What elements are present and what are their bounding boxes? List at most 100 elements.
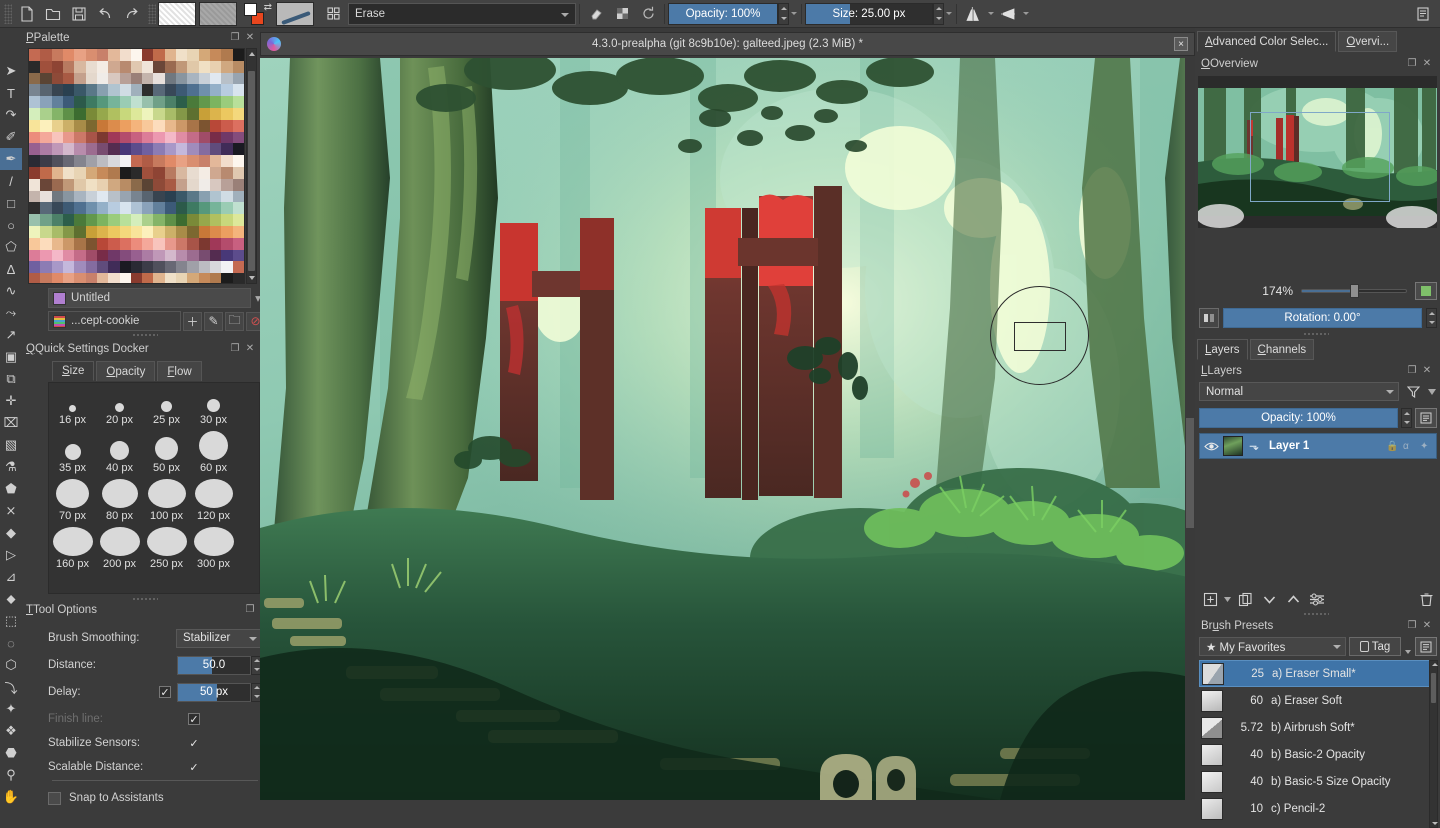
palette-swatch[interactable] — [232, 202, 244, 215]
add-group-button[interactable]: 🗀 — [225, 311, 244, 331]
palette-swatch[interactable] — [221, 261, 233, 274]
palette-swatch[interactable] — [176, 190, 188, 203]
palette-swatch[interactable] — [232, 273, 244, 283]
brush-preset-row[interactable]: 10 c) Pencil-2 — [1199, 795, 1431, 822]
undo-icon[interactable] — [92, 2, 118, 26]
palette-swatch[interactable] — [142, 131, 154, 144]
palette-swatch[interactable] — [142, 261, 154, 274]
palette-swatch[interactable] — [210, 84, 222, 97]
palette-swatch[interactable] — [153, 107, 165, 120]
palette-swatch[interactable] — [29, 49, 41, 61]
palette-swatch[interactable] — [221, 60, 233, 73]
palette-swatch[interactable] — [29, 190, 41, 203]
palette-swatch[interactable] — [164, 131, 177, 144]
palette-swatch[interactable] — [40, 84, 52, 97]
palette-swatch[interactable] — [232, 131, 244, 144]
palette-swatch[interactable] — [62, 60, 75, 73]
palette-name-combo[interactable]: Untitled — [48, 288, 251, 308]
palette-swatch[interactable] — [96, 119, 109, 132]
palette-swatch[interactable] — [210, 190, 222, 203]
brush-size-preset[interactable]: 160 px — [49, 527, 96, 575]
palette-swatch[interactable] — [74, 202, 86, 215]
palette-swatch[interactable] — [153, 84, 165, 97]
palette-swatch[interactable] — [221, 249, 233, 262]
palette-swatch[interactable] — [210, 143, 222, 156]
palette-swatch[interactable] — [74, 119, 86, 132]
brush-preset-row[interactable]: 5.72 b) Airbrush Soft* — [1199, 714, 1431, 741]
palette-swatch[interactable] — [164, 261, 177, 274]
palette-swatch[interactable] — [198, 96, 211, 108]
palette-swatch[interactable] — [51, 155, 63, 167]
palette-swatch[interactable] — [62, 225, 75, 238]
swap-colors-icon[interactable]: ⇄ — [264, 2, 272, 13]
palette-swatch[interactable] — [119, 143, 131, 156]
palette-swatch[interactable] — [119, 249, 131, 262]
palette-swatch[interactable] — [40, 107, 52, 120]
palette-swatch[interactable] — [96, 60, 109, 73]
palette-swatch[interactable] — [153, 166, 165, 179]
palette-swatch[interactable] — [153, 49, 165, 61]
brush-size-preset[interactable]: 20 px — [96, 383, 143, 431]
overview-viewport-rect[interactable] — [1250, 112, 1390, 202]
palette-swatch[interactable] — [85, 143, 97, 156]
palette-swatch[interactable] — [96, 178, 109, 191]
similar-color-select-tool[interactable]: ❖ — [0, 720, 22, 742]
brush-smoothing-combo[interactable]: Stabilizer — [176, 628, 262, 648]
line-tool[interactable]: / — [0, 170, 22, 192]
palette-swatch[interactable] — [108, 60, 120, 73]
rotation-slider[interactable]: Rotation: 0.00° — [1223, 308, 1422, 328]
palette-swatch[interactable] — [130, 143, 143, 156]
palette-swatch[interactable] — [164, 96, 177, 108]
palette-swatch[interactable] — [130, 72, 143, 85]
palette-swatch-grid[interactable] — [28, 48, 245, 284]
palette-swatch[interactable] — [29, 72, 41, 85]
pattern-swatch[interactable] — [199, 1, 237, 26]
palette-swatch[interactable] — [96, 190, 109, 203]
palette-swatch[interactable] — [130, 178, 143, 191]
palette-swatch[interactable] — [210, 214, 222, 226]
palette-swatch[interactable] — [164, 237, 177, 250]
palette-swatch[interactable] — [119, 237, 131, 250]
palette-swatch[interactable] — [187, 49, 199, 61]
palette-swatch[interactable] — [232, 261, 244, 274]
palette-swatch[interactable] — [164, 178, 177, 191]
palette-swatch[interactable] — [108, 202, 120, 215]
assistant-tool[interactable]: ▷ — [0, 544, 22, 566]
brush-preset-row[interactable]: 60 a) Eraser Soft — [1199, 687, 1431, 714]
color-picker-tool[interactable]: ⚗ — [0, 456, 22, 478]
palette-swatch[interactable] — [108, 155, 120, 167]
palette-swatch[interactable] — [176, 84, 188, 97]
palette-swatch[interactable] — [210, 60, 222, 73]
palette-swatch[interactable] — [176, 225, 188, 238]
palette-swatch[interactable] — [187, 225, 199, 238]
brush-size-preset[interactable]: 250 px — [143, 527, 190, 575]
palette-swatch[interactable] — [119, 261, 131, 274]
palette-swatch[interactable] — [85, 225, 97, 238]
palette-swatch[interactable] — [130, 131, 143, 144]
palette-swatch[interactable] — [85, 84, 97, 97]
palette-swatch[interactable] — [130, 60, 143, 73]
palette-swatch[interactable] — [130, 214, 143, 226]
palette-swatch[interactable] — [198, 225, 211, 238]
palette-swatch[interactable] — [51, 49, 63, 61]
palette-swatch[interactable] — [232, 49, 244, 61]
palette-swatch[interactable] — [130, 202, 143, 215]
palette-swatch[interactable] — [96, 166, 109, 179]
palette-swatch[interactable] — [96, 237, 109, 250]
float-docker-icon[interactable]: ❐ — [229, 32, 241, 44]
palette-swatch[interactable] — [62, 273, 75, 283]
palette-swatch[interactable] — [40, 190, 52, 203]
palette-swatch[interactable] — [176, 72, 188, 85]
palette-swatch[interactable] — [85, 249, 97, 262]
stabilize-sensors-checkbox[interactable]: ✓ — [188, 737, 200, 750]
palette-swatch[interactable] — [187, 178, 199, 191]
palette-swatch[interactable] — [232, 225, 244, 238]
palette-swatch[interactable] — [119, 72, 131, 85]
brush-size-preset[interactable]: 35 px — [49, 431, 96, 479]
tab-size[interactable]: Size — [52, 361, 95, 381]
palette-swatch[interactable] — [198, 72, 211, 85]
palette-swatch[interactable] — [119, 190, 131, 203]
palette-swatch[interactable] — [198, 60, 211, 73]
palette-swatch[interactable] — [108, 84, 120, 97]
palette-swatch[interactable] — [119, 84, 131, 97]
